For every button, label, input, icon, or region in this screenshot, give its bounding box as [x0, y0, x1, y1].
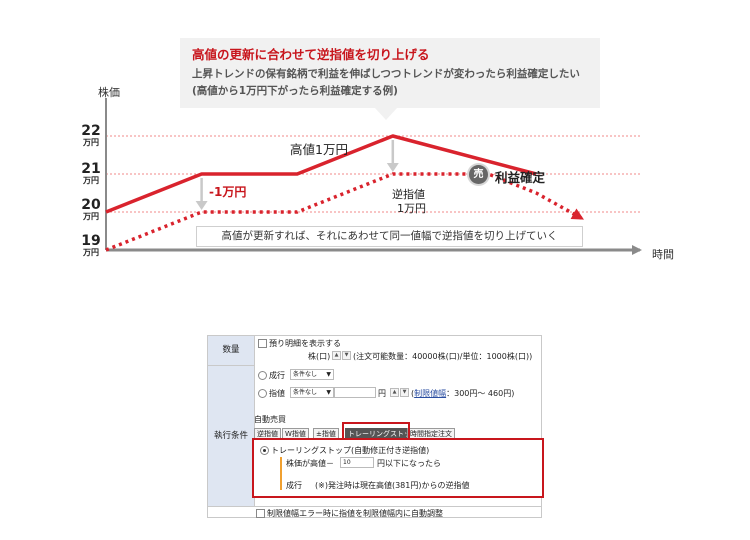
- x-axis-label: 時間: [652, 248, 674, 261]
- drop-amount-label: -1万円: [209, 185, 247, 199]
- trailing-stop-radio[interactable]: [260, 446, 269, 455]
- auto-adjust-label: 制限値幅エラー時に指値を制限値幅内に自動調整: [267, 509, 443, 518]
- limit-order-option[interactable]: 指値: [258, 388, 285, 399]
- y-tick-22: 22 万円: [81, 123, 101, 147]
- show-breakdown-checkbox[interactable]: [258, 339, 267, 348]
- trailing-condition-suffix: 円以下になったら: [377, 459, 441, 468]
- quantity-unit: 株(口): [308, 352, 331, 361]
- sell-badge-icon: 売: [469, 165, 488, 184]
- market-condition-select[interactable]: 条件なし ▼: [290, 369, 334, 380]
- trailing-order-type: 成行: [286, 481, 302, 490]
- trailing-amount-input[interactable]: 10: [340, 457, 374, 468]
- market-order-option[interactable]: 成行: [258, 370, 285, 381]
- high-price-label: 高値1万円: [290, 142, 348, 157]
- execution-condition-header: 執行条件: [208, 366, 255, 507]
- y-axis-label: 株価: [98, 86, 120, 99]
- trailing-stop-option[interactable]: トレーリングストップ(自動修正付き逆指値): [260, 445, 429, 456]
- limit-price-down-button[interactable]: ▼: [400, 388, 409, 397]
- y-tick-19: 19 万円: [81, 233, 101, 257]
- limit-price-input[interactable]: [334, 387, 376, 398]
- show-breakdown-label: 預り明細を表示する: [269, 339, 341, 348]
- y-tick-21: 21 万円: [81, 161, 101, 185]
- row-divider: [208, 506, 541, 507]
- quantity-up-button[interactable]: ▲: [332, 351, 341, 360]
- auto-adjust-option[interactable]: 制限値幅エラー時に指値を制限値幅内に自動調整: [256, 508, 443, 519]
- trailing-stop-accent-bar: [280, 457, 282, 490]
- callout-title: 高値の更新に合わせて逆指値を切り上げる: [192, 47, 430, 62]
- profit-taking-label: 利益確定: [495, 170, 546, 185]
- market-order-radio[interactable]: [258, 371, 267, 380]
- quantity-down-button[interactable]: ▼: [342, 351, 351, 360]
- trailing-stop-label: トレーリングストップ(自動修正付き逆指値): [271, 446, 430, 455]
- chevron-down-icon: ▼: [326, 389, 331, 396]
- limit-condition-select[interactable]: 条件なし ▼: [290, 387, 334, 398]
- limit-order-label: 指値: [269, 389, 285, 398]
- stop-offset-label: 1万円: [397, 202, 426, 215]
- trailing-note: 高値が更新すれば、それにあわせて同一値幅で逆指値を切り上げていく: [196, 226, 583, 247]
- auto-adjust-checkbox[interactable]: [256, 509, 265, 518]
- market-condition-value: 条件なし: [293, 371, 318, 378]
- limit-condition-value: 条件なし: [293, 389, 318, 396]
- limit-order-radio[interactable]: [258, 389, 267, 398]
- offset-arrow-second-head: [386, 163, 399, 172]
- show-breakdown-option[interactable]: 預り明細を表示する: [258, 338, 341, 349]
- market-order-label: 成行: [269, 371, 285, 380]
- limit-price-up-button[interactable]: ▲: [390, 388, 399, 397]
- callout-description: 上昇トレンドの保有銘柄で利益を伸ばしつつトレンドが変わったら利益確定したい: [192, 68, 580, 80]
- y-tick-20: 20 万円: [81, 197, 101, 221]
- auto-trade-label: 自動売買: [254, 415, 286, 424]
- trailing-order-note: (※)発注時は現在高値(381円)からの逆指値: [315, 481, 470, 490]
- order-form: 数量 執行条件 預り明細を表示する 株(口) ▲ ▼ (注文可能数量：40000…: [207, 335, 544, 519]
- price-range-link[interactable]: 制限値幅: [414, 389, 446, 398]
- offset-arrow-first-head: [195, 201, 208, 210]
- chevron-down-icon: ▼: [326, 371, 331, 378]
- callout-pointer: [375, 108, 397, 120]
- price-range-value: ：300円～ 460円): [446, 389, 515, 398]
- price-range-info: (制限値幅：300円～ 460円): [411, 388, 514, 399]
- yen-unit: 円: [378, 389, 386, 398]
- trailing-condition-prefix: 株価が高値－: [286, 459, 334, 468]
- trailing-stop-diagram: 高値の更新に合わせて逆指値を切り上げる 上昇トレンドの保有銘柄で利益を伸ばしつつ…: [0, 0, 750, 290]
- quantity-header: 数量: [208, 336, 255, 366]
- orderable-quantity-info: (注文可能数量：40000株(口)/単位：1000株(口)): [353, 352, 533, 361]
- callout-example: (高値から1万円下がったら利益確定する例): [192, 85, 398, 97]
